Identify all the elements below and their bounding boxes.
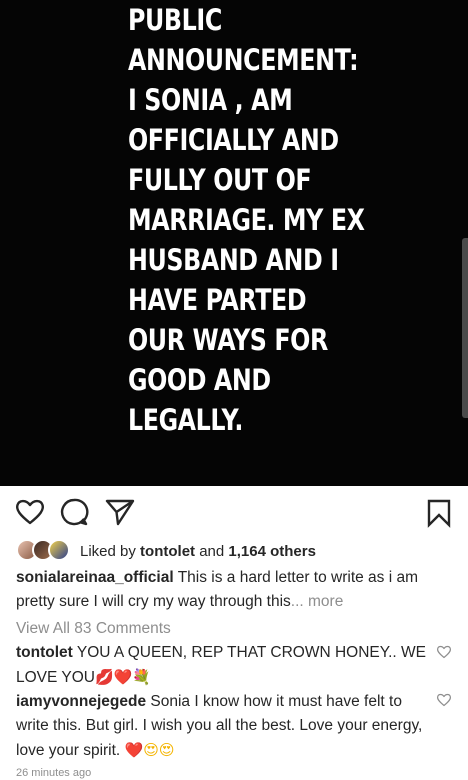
heart-eyes-emoji: 😍 [143, 741, 159, 759]
post-caption: sonialareinaa_official This is a hard le… [16, 566, 456, 614]
red-heart-emoji: ❤️ [113, 668, 133, 686]
comment: tontolet YOU A QUEEN, REP THAT CROWN HON… [16, 641, 426, 690]
view-all-comments-link[interactable]: View All 83 Comments [16, 618, 171, 640]
post-timestamp: 26 minutes ago [16, 767, 92, 779]
announcement-line: OFFICIALLY AND [128, 123, 339, 157]
kiss-mark-emoji: 💋 [94, 668, 114, 686]
likes-text[interactable]: Liked by tontolet and 1,164 others [80, 543, 316, 560]
likes-connector: and [199, 542, 225, 560]
like-button[interactable] [14, 496, 46, 528]
comment-bubble-icon [60, 498, 89, 526]
announcement-line: MARRIAGE. MY EX [128, 203, 365, 237]
likes-prefix: Liked by [80, 542, 136, 560]
announcement-line: LEGALLY. [128, 403, 243, 437]
caption-username[interactable]: sonialareinaa_official [16, 569, 174, 586]
announcement-line: GOOD AND [128, 363, 271, 397]
announcement-line: HUSBAND AND I [128, 243, 339, 277]
heart-eyes-emoji: 😍 [158, 741, 175, 759]
announcement-line: ANNOUNCEMENT: [128, 43, 359, 77]
bouquet-emoji: 💐 [132, 668, 152, 686]
scroll-handle[interactable] [462, 238, 468, 418]
comment-username[interactable]: iamyvonnejegede [16, 693, 146, 710]
heart-outline-icon [437, 645, 451, 659]
red-heart-emoji: ❤️ [124, 741, 144, 759]
announcement-line: HAVE PARTED [128, 283, 307, 317]
announcement-line: I SONIA , AM [128, 83, 293, 117]
heart-outline-icon [16, 499, 44, 525]
heart-outline-icon [437, 693, 451, 707]
liker-username[interactable]: tontolet [140, 543, 195, 560]
avatar [48, 539, 70, 561]
announcement-line: OUR WAYS FOR [128, 323, 328, 357]
comment-username[interactable]: tontolet [16, 644, 73, 661]
announcement-line: FULLY OUT OF [128, 163, 312, 197]
comment-like-button[interactable] [436, 644, 452, 660]
comment: iamyvonnejegede Sonia I know how it must… [16, 690, 426, 763]
likes-summary: Liked by tontolet and 1,164 others [16, 538, 456, 564]
save-button[interactable] [424, 498, 456, 530]
comment-like-button[interactable] [436, 692, 452, 708]
caption-more-link[interactable]: ... more [291, 593, 344, 610]
paper-plane-icon [105, 499, 135, 526]
announcement-text: PUBLIC ANNOUNCEMENT: I SONIA , AM OFFICI… [128, 0, 374, 440]
bookmark-icon [427, 499, 451, 528]
announcement-line: PUBLIC [128, 3, 222, 37]
action-bar [0, 486, 468, 536]
liker-avatars[interactable] [16, 538, 74, 564]
likes-others[interactable]: 1,164 others [228, 543, 316, 560]
comment-button[interactable] [58, 496, 90, 528]
post-image[interactable]: PUBLIC ANNOUNCEMENT: I SONIA , AM OFFICI… [0, 0, 468, 486]
share-button[interactable] [104, 496, 136, 528]
comment-text: YOU A QUEEN, REP THAT CROWN HONEY.. WE L… [16, 644, 426, 686]
